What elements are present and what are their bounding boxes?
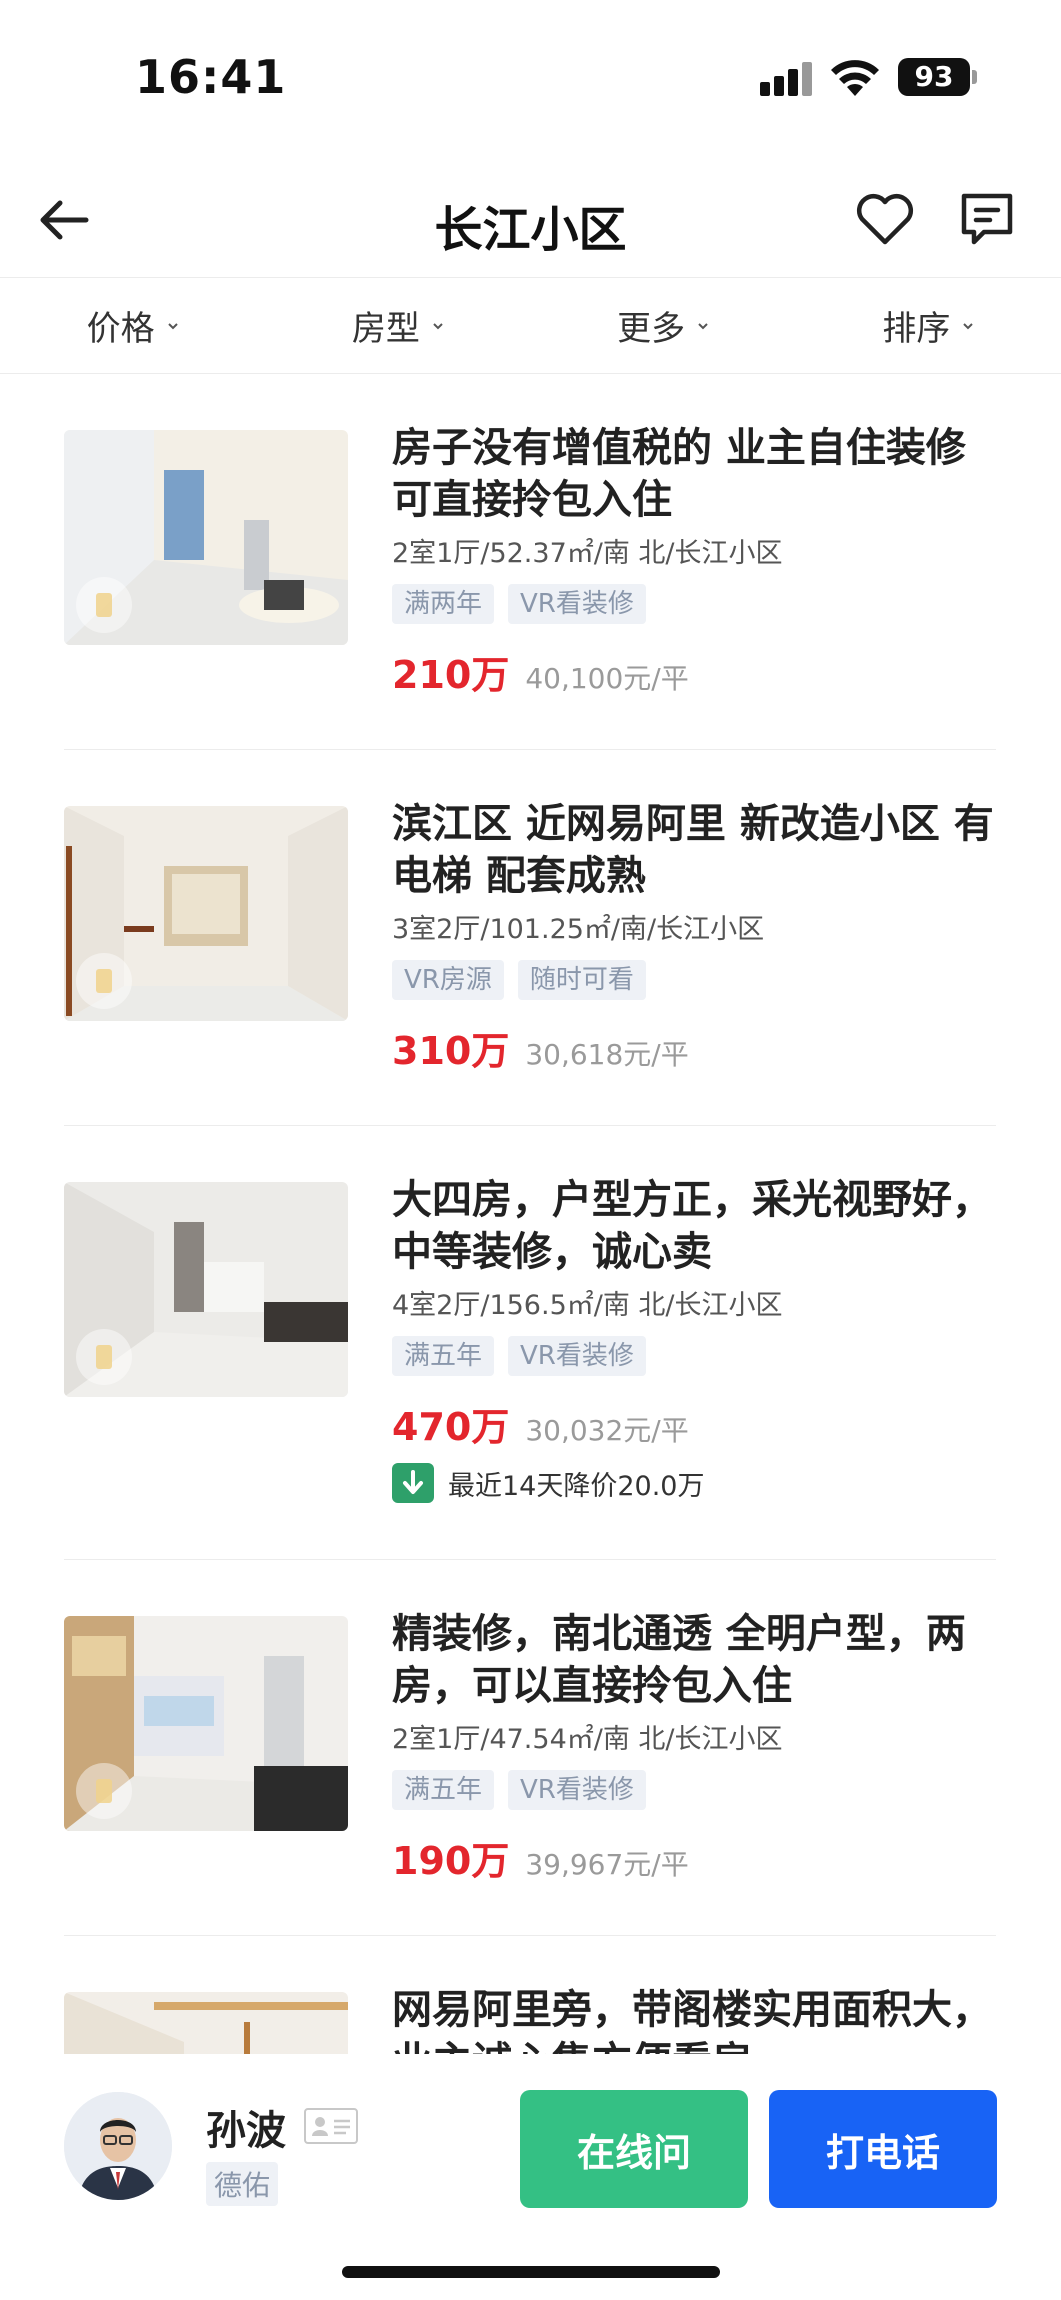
unit-price: 30,032元/平 [525,1414,689,1447]
status-bar: 16:41 93 [0,0,1061,160]
listing-info: 房子没有增值税的 业主自住装修 可直接拎包入住 2室1厅/52.37㎡/南 北/… [392,422,996,699]
filter-label: 更多 [617,309,686,349]
chevron-down-icon [963,322,974,329]
listing-title: 精装修，南北通透 全明户型，两房，可以直接拎包入住 [392,1611,966,1709]
listing-meta: 2室1厅/47.54㎡/南 北/长江小区 [392,1724,783,1755]
listing-tag: VR房源 [392,960,504,1000]
listing-card[interactable]: 大四房，户型方正，采光视野好，中等装修，诚心卖 4室2厅/156.5㎡/南 北/… [64,1126,996,1560]
cellular-signal-icon [760,62,812,96]
price-drop-row: 最近14天降价20.0万 [392,1463,996,1503]
listing-tag: 满两年 [392,584,495,624]
listing-photo [64,806,348,1021]
listing-price: 310万 [392,1029,510,1073]
filter-sort[interactable]: 排序 [796,278,1061,373]
vr-icon [76,577,132,633]
chevron-down-icon [698,322,708,329]
filter-label: 价格 [86,309,155,349]
vr-icon [76,953,132,1009]
listing-photo [64,430,348,645]
unit-price: 30,618元/平 [525,1038,689,1071]
listing-meta: 2室1厅/52.37㎡/南 北/长江小区 [392,538,783,569]
listing-tag: VR看装修 [508,1770,646,1810]
price-drop-text: 最近14天降价20.0万 [448,1470,705,1502]
price-down-icon [392,1463,434,1503]
listing-tag: 随时可看 [517,960,646,1000]
filter-label: 排序 [882,309,951,349]
agent-name: 孙波 [206,2108,286,2154]
listing-info: 网易阿里旁，带阁楼实用面积大，业主诚心售方便看房 [392,1984,996,2054]
price-row: 310万 30,618元/平 [392,1020,996,1075]
filter-bar: 价格 房型 更多 排序 [0,278,1061,374]
nav-header: 长江小区 [0,160,1061,278]
listing-tag: 满五年 [392,1770,495,1810]
listing-title: 房子没有增值税的 业主自住装修 可直接拎包入住 [392,425,966,523]
online-chat-button[interactable]: 在线问 [520,2090,748,2208]
listing-tags: 满两年 VR看装修 [392,584,996,624]
listing-price: 470万 [392,1405,510,1449]
agent-avatar[interactable] [64,2092,172,2200]
battery-nub [972,70,977,84]
listing-photo [64,1992,348,2054]
listing-tags: 满五年 VR看装修 [392,1336,996,1376]
filter-layout[interactable]: 房型 [265,278,530,373]
listing-info: 精装修，南北通透 全明户型，两房，可以直接拎包入住 2室1厅/47.54㎡/南 … [392,1608,996,1885]
listing-info: 滨江区 近网易阿里 新改造小区 有电梯 配套成熟 3室2厅/101.25㎡/南/… [392,798,996,1075]
wifi-icon [831,60,879,96]
filter-label: 房型 [351,309,420,349]
listing-tag: 满五年 [392,1336,495,1376]
listing-meta: 4室2厅/156.5㎡/南 北/长江小区 [392,1290,783,1321]
battery-icon: 93 [898,58,970,96]
listing-photo [64,1616,348,1831]
listing-info: 大四房，户型方正，采光视野好，中等装修，诚心卖 4室2厅/156.5㎡/南 北/… [392,1174,996,1503]
listing-meta: 3室2厅/101.25㎡/南/长江小区 [392,914,765,945]
agent-company: 德佑 [206,2162,279,2206]
listing-price: 210万 [392,653,510,697]
price-row: 210万 40,100元/平 [392,644,996,699]
listing-card[interactable]: 网易阿里旁，带阁楼实用面积大，业主诚心售方便看房 [64,1936,996,2054]
agent-bar: 孙波 德佑 在线问 打电话 [0,2054,1061,2300]
status-time: 16:41 [135,50,287,104]
listing-tag: VR看装修 [508,584,646,624]
unit-price: 39,967元/平 [525,1848,689,1881]
business-card-icon[interactable] [304,2108,358,2144]
vr-icon [76,1763,132,1819]
heart-icon[interactable] [852,186,918,252]
filter-more[interactable]: 更多 [531,278,796,373]
price-row: 190万 39,967元/平 [392,1830,996,1885]
back-arrow-icon[interactable] [30,185,100,255]
message-icon[interactable] [954,186,1020,252]
price-row: 470万 30,032元/平 [392,1396,996,1451]
filter-price[interactable]: 价格 [0,278,265,373]
vr-icon [76,1329,132,1385]
call-button[interactable]: 打电话 [769,2090,997,2208]
home-indicator [342,2266,720,2278]
listing-tags: VR房源 随时可看 [392,960,996,1000]
listing-tag: VR看装修 [508,1336,646,1376]
listing-list: 房子没有增值税的 业主自住装修 可直接拎包入住 2室1厅/52.37㎡/南 北/… [0,374,1061,2054]
listing-price: 190万 [392,1839,510,1883]
chevron-down-icon [167,322,178,329]
listing-tags: 满五年 VR看装修 [392,1770,996,1810]
listing-title: 大四房，户型方正，采光视野好，中等装修，诚心卖 [392,1177,992,1275]
listing-card[interactable]: 滨江区 近网易阿里 新改造小区 有电梯 配套成熟 3室2厅/101.25㎡/南/… [64,750,996,1126]
listing-card[interactable]: 房子没有增值税的 业主自住装修 可直接拎包入住 2室1厅/52.37㎡/南 北/… [64,374,996,750]
chevron-down-icon [433,322,443,329]
listing-title: 滨江区 近网易阿里 新改造小区 有电梯 配套成熟 [392,801,994,899]
listing-card[interactable]: 精装修，南北通透 全明户型，两房，可以直接拎包入住 2室1厅/47.54㎡/南 … [64,1560,996,1936]
listing-photo [64,1182,348,1397]
unit-price: 40,100元/平 [525,662,689,695]
listing-title: 网易阿里旁，带阁楼实用面积大，业主诚心售方便看房 [392,1987,992,2054]
